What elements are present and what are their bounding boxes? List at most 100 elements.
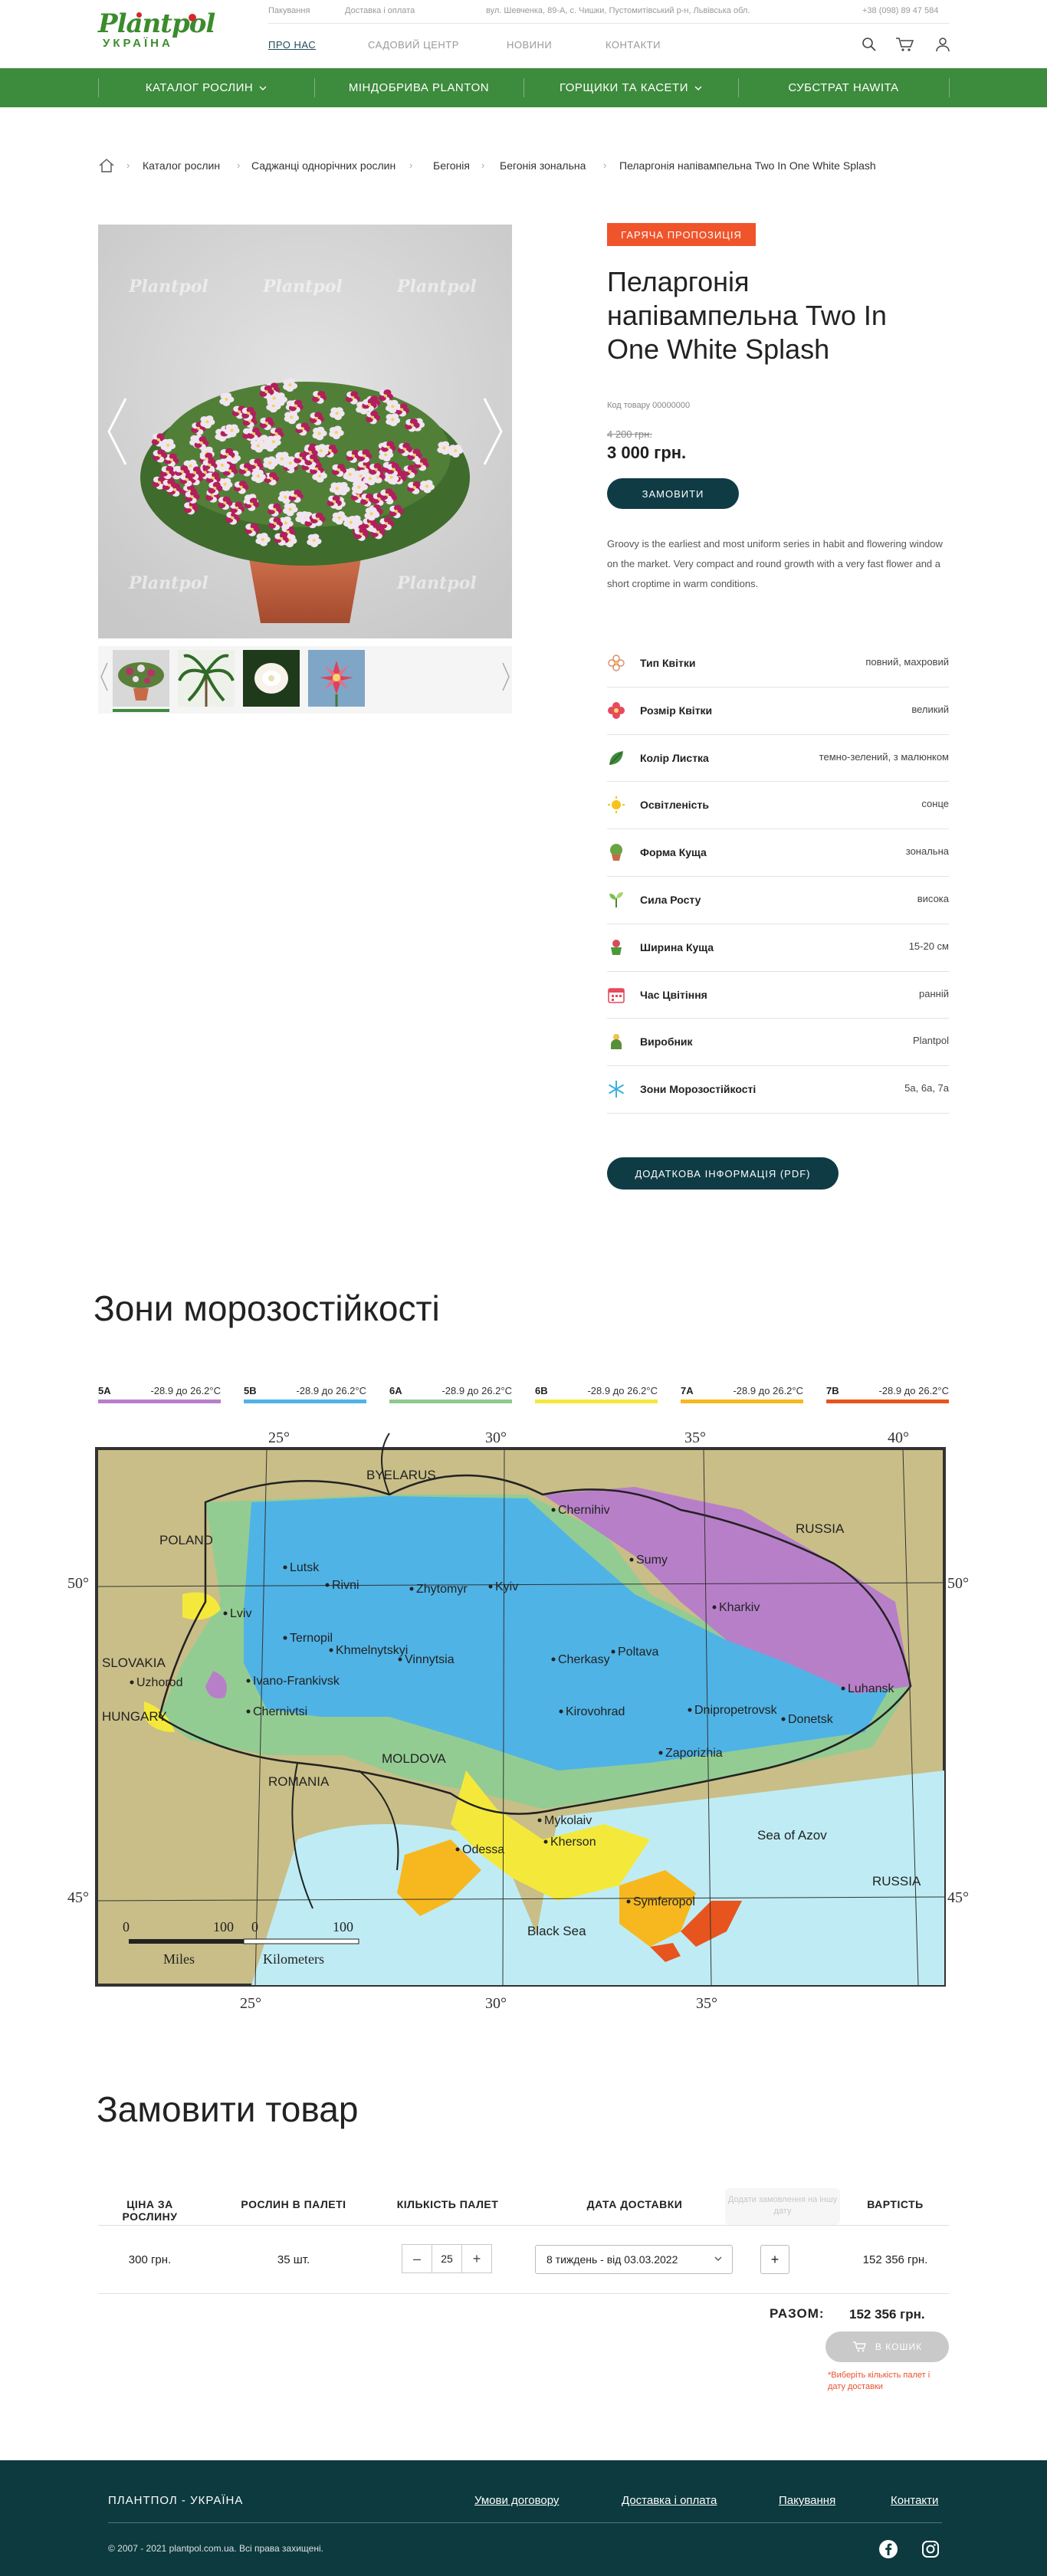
home-icon[interactable]: [98, 157, 115, 176]
cell-price: 300 грн.: [128, 2253, 172, 2266]
pdf-info-button[interactable]: ДОДАТКОВА ІНФОРМАЦІЯ (PDF): [607, 1157, 839, 1190]
breadcrumb-item[interactable]: Бегонія зональна: [500, 159, 586, 172]
logo[interactable]: Plantpol УКРАЇНА: [98, 11, 221, 57]
breadcrumb-item[interactable]: Каталог рослин: [143, 159, 220, 172]
user-icon[interactable]: [935, 37, 950, 52]
thumb-prev-arrow-icon[interactable]: [100, 661, 109, 694]
city-dot-icon: [626, 1899, 631, 1904]
delivery-date-select[interactable]: 8 тиждень - від 03.03.2022: [535, 2245, 733, 2274]
gallery-prev-arrow-icon[interactable]: [106, 397, 129, 466]
lon-label: 25°: [240, 1995, 261, 2012]
footer-link-delivery[interactable]: Доставка і оплата: [622, 2494, 717, 2507]
city-dot-icon: [283, 1636, 287, 1640]
gallery-next-arrow-icon[interactable]: [481, 397, 504, 466]
order-button[interactable]: ЗАМОВИТИ: [607, 478, 739, 509]
increment-button[interactable]: +: [461, 2244, 492, 2273]
attribute-row: Освітленість сонце: [607, 782, 949, 830]
city-dot-icon: [712, 1605, 717, 1610]
lat-label: 50°: [67, 1575, 89, 1592]
attribute-value: ранній: [919, 987, 949, 999]
thumbnail-dahlia[interactable]: [308, 650, 365, 707]
phone[interactable]: +38 (098) 89 47 584: [862, 6, 938, 15]
attribute-name: Тип Квітки: [640, 657, 696, 669]
facebook-icon[interactable]: [878, 2539, 898, 2561]
cat-fertilizers-label: МІНДОБРИВА PLANTON: [348, 81, 490, 94]
city-label: Ternopil: [290, 1632, 333, 1645]
lon-label: 25°: [268, 1429, 290, 1446]
breadcrumb-item[interactable]: Саджанці однорічних рослин: [251, 159, 395, 172]
frost-zone-map: 25° 30° 35° 40° 50° 50° 45° 45° 25° 30° …: [67, 1410, 981, 2023]
pallets-value[interactable]: 25: [432, 2244, 461, 2273]
thumb-next-arrow-icon[interactable]: [501, 661, 510, 694]
city-label: Mykolaiv: [544, 1814, 592, 1827]
cat-pots[interactable]: ГОРЩИКИ ТА КАСЕТИ: [524, 68, 738, 107]
attribute-row: Тип Квітки повний, махровий: [607, 640, 949, 687]
zone-range: -28.9 до 26.2°C: [441, 1385, 512, 1396]
scale-label: 100: [333, 1919, 353, 1934]
attribute-name: Сила Росту: [640, 893, 701, 906]
lon-label: 30°: [485, 1429, 507, 1446]
attribute-row: Виробник Plantpol: [607, 1019, 949, 1067]
logo-flower-icon: [136, 12, 142, 18]
add-date-button[interactable]: +: [760, 2245, 789, 2274]
lat-label: 45°: [67, 1889, 89, 1906]
scale-label: 0: [123, 1919, 130, 1934]
city-dot-icon: [658, 1751, 663, 1755]
add-to-cart-button[interactable]: В КОШИК: [825, 2332, 949, 2362]
cat-fertilizers[interactable]: МІНДОБРИВА PLANTON: [314, 68, 524, 107]
order-title: Замовити товар: [97, 2089, 359, 2129]
city-dot-icon: [551, 1657, 556, 1662]
cat-plants[interactable]: КАТАЛОГ РОСЛИН: [98, 68, 314, 107]
instagram-icon[interactable]: [921, 2540, 940, 2561]
nav-garden-center[interactable]: САДОВИЙ ЦЕНТР: [368, 39, 459, 51]
cart-icon[interactable]: [895, 37, 914, 52]
nav-news[interactable]: НОВИНИ: [507, 39, 552, 51]
thumbnail-gardenia[interactable]: [243, 650, 300, 707]
zone-code: 7B: [826, 1385, 839, 1396]
thumbnail-palm[interactable]: [178, 650, 235, 707]
search-icon[interactable]: [862, 37, 877, 52]
footer-link-contacts[interactable]: Контакти: [891, 2494, 938, 2507]
cat-substrate[interactable]: СУБСТРАТ HAWITA: [738, 68, 949, 107]
top-link-packaging[interactable]: Пакування: [268, 6, 310, 15]
city-dot-icon: [841, 1686, 845, 1691]
sprout-icon: [607, 891, 625, 909]
zone-code: 6B: [535, 1385, 548, 1396]
breadcrumb-item[interactable]: Бегонія: [433, 159, 470, 172]
chevron-down-icon: [694, 86, 702, 90]
thumbnail-petunia[interactable]: [113, 650, 169, 707]
city-dot-icon: [246, 1709, 251, 1714]
product-description: Groovy is the earliest and most uniform …: [607, 538, 943, 589]
breadcrumb-separator: ›: [481, 159, 485, 171]
attribute-name: Ширина Куща: [640, 940, 714, 953]
country-label: MOLDOVA: [382, 1751, 446, 1766]
city-label: Luhansk: [848, 1682, 894, 1695]
decrement-button[interactable]: –: [402, 2244, 432, 2273]
lon-label: 30°: [485, 1995, 507, 2012]
city-dot-icon: [629, 1557, 634, 1562]
city-label: Symferopol: [633, 1895, 695, 1908]
logo-flower-icon: [189, 14, 196, 21]
city-label: Khmelnytskyi: [336, 1644, 408, 1657]
zone-range: -28.9 до 26.2°C: [587, 1385, 658, 1396]
zone-code: 5B: [244, 1385, 257, 1396]
country-label: ROMANIA: [268, 1774, 330, 1789]
top-link-delivery[interactable]: Доставка і оплата: [345, 6, 415, 15]
city-dot-icon: [688, 1708, 692, 1712]
divider: [98, 2293, 949, 2294]
nav-contacts[interactable]: КОНТАКТИ: [606, 39, 661, 51]
breadcrumb-current: Пеларгонія напівампельна Two In One Whit…: [619, 159, 876, 172]
zone-code: 7A: [681, 1385, 694, 1396]
attribute-value: 5a, 6a, 7a: [904, 1082, 949, 1094]
nav-about[interactable]: ПРО НАС: [268, 39, 316, 51]
scale-unit: Miles: [163, 1951, 195, 1967]
footer-link-terms[interactable]: Умови договору: [474, 2494, 559, 2507]
watermark-logo: Plantpol: [397, 573, 477, 593]
city-dot-icon: [283, 1565, 287, 1570]
footer-link-packaging[interactable]: Пакування: [779, 2494, 835, 2507]
divider: [98, 2225, 949, 2226]
zone-legend-item: 7B -28.9 до 26.2°C: [826, 1383, 949, 1403]
thumbnail-active-indicator: [113, 709, 169, 712]
sun-icon: [607, 796, 625, 814]
top-bar: Пакування Доставка і оплата вул. Шевченк…: [268, 5, 949, 18]
